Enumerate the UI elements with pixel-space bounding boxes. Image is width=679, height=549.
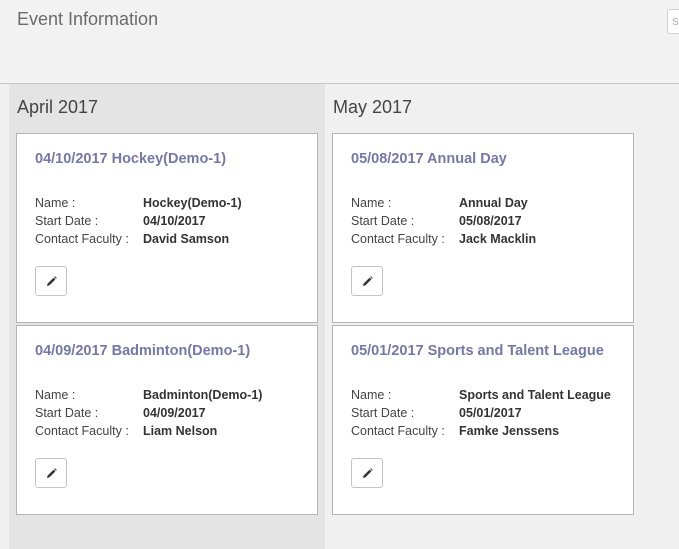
page-title: Event Information — [17, 9, 159, 29]
month-column-may: May 2017 05/08/2017 Annual Day Name : An… — [325, 84, 641, 549]
name-label: Name : — [35, 388, 76, 402]
name-value: Annual Day — [459, 196, 528, 210]
month-heading: May 2017 — [333, 97, 413, 117]
event-card: 05/08/2017 Annual Day Name : Annual Day … — [332, 133, 634, 323]
start-date-value: 05/08/2017 — [459, 214, 522, 228]
start-date-label: Start Date : — [35, 214, 99, 228]
contact-faculty-label: Contact Faculty : — [351, 424, 445, 438]
contact-faculty-label: Contact Faculty : — [35, 424, 129, 438]
event-card: 04/09/2017 Badminton(Demo-1) Name : Badm… — [16, 325, 318, 515]
pencil-icon — [362, 467, 373, 478]
page-header: Event Information S — [0, 0, 679, 84]
event-card: 05/01/2017 Sports and Talent League Name… — [332, 325, 634, 515]
name-value: Sports and Talent League — [459, 388, 611, 402]
edit-button[interactable] — [351, 458, 383, 488]
event-card-title[interactable]: 04/09/2017 Badminton(Demo-1) — [35, 343, 250, 359]
edit-button[interactable] — [35, 266, 67, 296]
event-card: 04/10/2017 Hockey(Demo-1) Name : Hockey(… — [16, 133, 318, 323]
start-date-value: 05/01/2017 — [459, 406, 522, 420]
event-card-title[interactable]: 05/08/2017 Annual Day — [351, 151, 507, 167]
start-date-label: Start Date : — [351, 214, 415, 228]
contact-faculty-label: Contact Faculty : — [351, 232, 445, 246]
name-label: Name : — [35, 196, 76, 210]
name-value: Hockey(Demo-1) — [143, 196, 242, 210]
contact-faculty-label: Contact Faculty : — [35, 232, 129, 246]
name-value: Badminton(Demo-1) — [143, 388, 263, 402]
pencil-icon — [46, 467, 57, 478]
contact-faculty-value: Liam Nelson — [143, 424, 218, 438]
month-heading: April 2017 — [17, 97, 99, 117]
contact-faculty-value: David Samson — [143, 232, 230, 246]
start-date-label: Start Date : — [351, 406, 415, 420]
start-date-value: 04/09/2017 — [143, 406, 206, 420]
search-input[interactable]: S — [667, 9, 679, 34]
name-label: Name : — [351, 196, 392, 210]
start-date-label: Start Date : — [35, 406, 99, 420]
contact-faculty-value: Jack Macklin — [459, 232, 537, 246]
event-card-title[interactable]: 05/01/2017 Sports and Talent League — [351, 343, 604, 359]
name-label: Name : — [351, 388, 392, 402]
pencil-icon — [362, 275, 373, 286]
event-card-title[interactable]: 04/10/2017 Hockey(Demo-1) — [35, 151, 226, 167]
edit-button[interactable] — [35, 458, 67, 488]
pencil-icon — [46, 275, 57, 286]
month-column-april: April 2017 04/10/2017 Hockey(Demo-1) Nam… — [9, 84, 325, 549]
start-date-value: 04/10/2017 — [143, 214, 206, 228]
event-board: April 2017 04/10/2017 Hockey(Demo-1) Nam… — [0, 84, 679, 549]
contact-faculty-value: Famke Jenssens — [459, 424, 560, 438]
edit-button[interactable] — [351, 266, 383, 296]
